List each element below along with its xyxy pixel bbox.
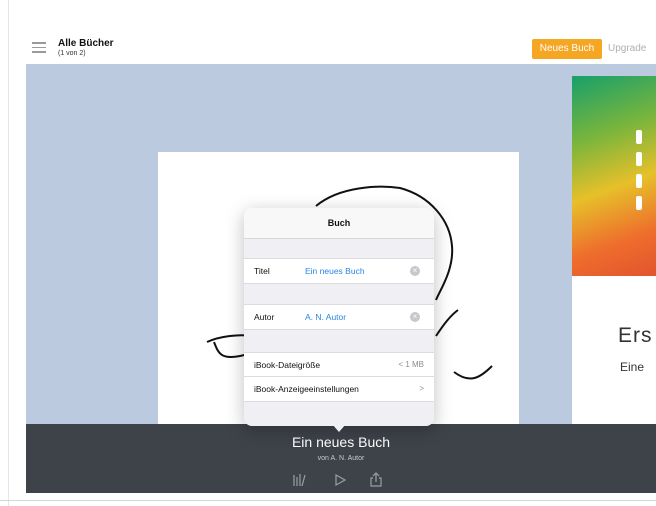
share-icon[interactable] [368,472,384,488]
second-book-cover[interactable]: Ers Eine [572,76,656,424]
upgrade-button[interactable]: Upgrade [608,39,646,59]
file-size-row: iBook-Dateigröße < 1 MB [244,352,434,378]
cover-art-image [572,76,656,276]
file-size-value: < 1 MB [398,360,424,369]
library-count: (1 von 2) [58,50,86,57]
file-size-label: iBook-Dateigröße [254,360,321,370]
book-info-bar: Ein neues Buch von A. N. Autor [26,424,656,493]
author-label: Autor [254,312,275,322]
clear-author-icon[interactable]: × [410,312,420,322]
title-row[interactable]: Titel Ein neues Buch × [244,258,434,284]
author-row[interactable]: Autor A. N. Autor × [244,304,434,330]
library-icon[interactable] [292,472,308,488]
author-field[interactable]: A. N. Autor [305,312,346,322]
title-label: Titel [254,266,270,276]
display-settings-label: iBook-Anzeigeeinstellungen [254,384,359,394]
new-book-button[interactable]: Neues Buch [532,39,602,59]
popover-title: Buch [244,208,434,239]
display-settings-row[interactable]: iBook-Anzeigeeinstellungen > [244,376,434,402]
top-bar: Alle Bücher (1 von 2) Neues Buch Upgrade [20,30,656,64]
library-title: Alle Bücher [58,38,114,49]
cover-heading: Ers [618,324,653,347]
cover-subheading: Eine [620,360,645,374]
book-settings-popover: Buch Titel Ein neues Buch × Autor A. N. … [244,208,434,426]
clear-title-icon[interactable]: × [410,266,420,276]
menu-icon[interactable] [32,42,46,53]
title-field[interactable]: Ein neues Buch [305,266,365,276]
popover-arrow [332,424,346,432]
chevron-right-icon: > [419,384,424,393]
play-icon[interactable] [332,472,348,488]
bottom-frame-line [0,500,656,501]
left-frame-line [8,0,9,506]
book-author: von A. N. Autor [317,455,365,462]
book-title[interactable]: Ein neues Buch [26,434,656,450]
